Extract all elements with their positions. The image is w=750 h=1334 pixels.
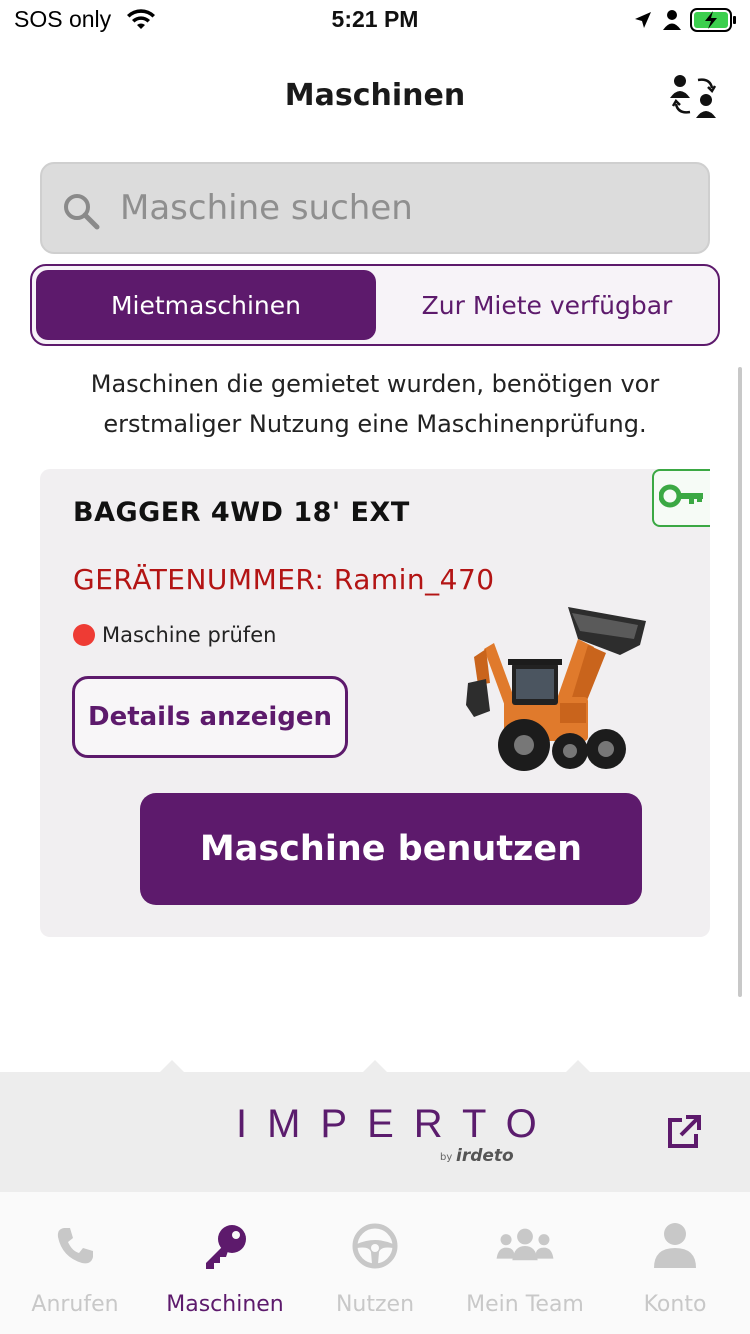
machine-status: Maschine prüfen: [73, 623, 276, 647]
use-machine-button[interactable]: Maschine benutzen: [140, 793, 642, 905]
key-icon: [658, 484, 705, 512]
machine-card: BAGGER 4WD 18' EXT GERÄTENUMMER: Ramin_4…: [40, 469, 710, 937]
steering-wheel-icon: [345, 1220, 405, 1272]
brand-by-label: by: [440, 1152, 453, 1163]
tab-label: Konto: [643, 1292, 707, 1317]
tab-label: Mein Team: [466, 1292, 584, 1317]
imperto-logo: IMPERTO: [236, 1102, 557, 1146]
status-dot: [73, 624, 95, 646]
account-icon: [645, 1220, 705, 1272]
phone-icon: [45, 1220, 105, 1272]
irdeto-logo: irdeto: [456, 1146, 514, 1166]
page-title: Maschinen: [284, 78, 466, 113]
tab-label: Anrufen: [31, 1292, 119, 1317]
search-icon: [62, 192, 100, 234]
user-switch-icon[interactable]: [668, 72, 720, 120]
info-text: Maschinen die gemietet wurden, benötigen…: [90, 370, 660, 438]
banner-notch: [160, 1060, 184, 1072]
backhoe-loader-image: [460, 599, 650, 779]
machine-filter-segment: Mietmaschinen Zur Miete verfügbar: [30, 264, 720, 346]
tab-maschinen[interactable]: Maschinen: [150, 1192, 300, 1334]
bottom-nav: Anrufen Maschinen Nutzen Mein Team Konto: [0, 1192, 750, 1334]
banner-notch: [566, 1060, 590, 1072]
tab-konto[interactable]: Konto: [600, 1192, 750, 1334]
tab-available-for-rent[interactable]: Zur Miete verfügbar: [382, 270, 712, 340]
scrollbar[interactable]: [738, 367, 742, 997]
tab-label: Nutzen: [335, 1292, 415, 1317]
external-link-icon[interactable]: [666, 1114, 702, 1154]
details-button[interactable]: Details anzeigen: [72, 676, 348, 758]
location-arrow-icon: [633, 10, 653, 34]
device-number: GERÄTENUMMER: Ramin_470: [73, 563, 495, 596]
tab-rented-machines[interactable]: Mietmaschinen: [36, 270, 376, 340]
person-icon: [662, 9, 682, 35]
search-input[interactable]: [120, 182, 680, 234]
brand-banner: IMPERTO by irdeto: [0, 1060, 750, 1192]
battery-icon: [690, 7, 738, 37]
status-bar: SOS only 5:21 PM: [0, 0, 750, 42]
tab-label: Maschinen: [166, 1292, 284, 1317]
key-badge: [652, 469, 710, 527]
team-icon: [495, 1220, 555, 1272]
tab-anrufen[interactable]: Anrufen: [0, 1192, 150, 1334]
status-label: Maschine prüfen: [102, 623, 277, 647]
tab-mein-team[interactable]: Mein Team: [450, 1192, 600, 1334]
key-icon: [195, 1220, 255, 1272]
tab-nutzen[interactable]: Nutzen: [300, 1192, 450, 1334]
machine-name: BAGGER 4WD 18' EXT: [73, 497, 410, 528]
banner-notch: [363, 1060, 387, 1072]
search-bar[interactable]: [40, 162, 710, 254]
